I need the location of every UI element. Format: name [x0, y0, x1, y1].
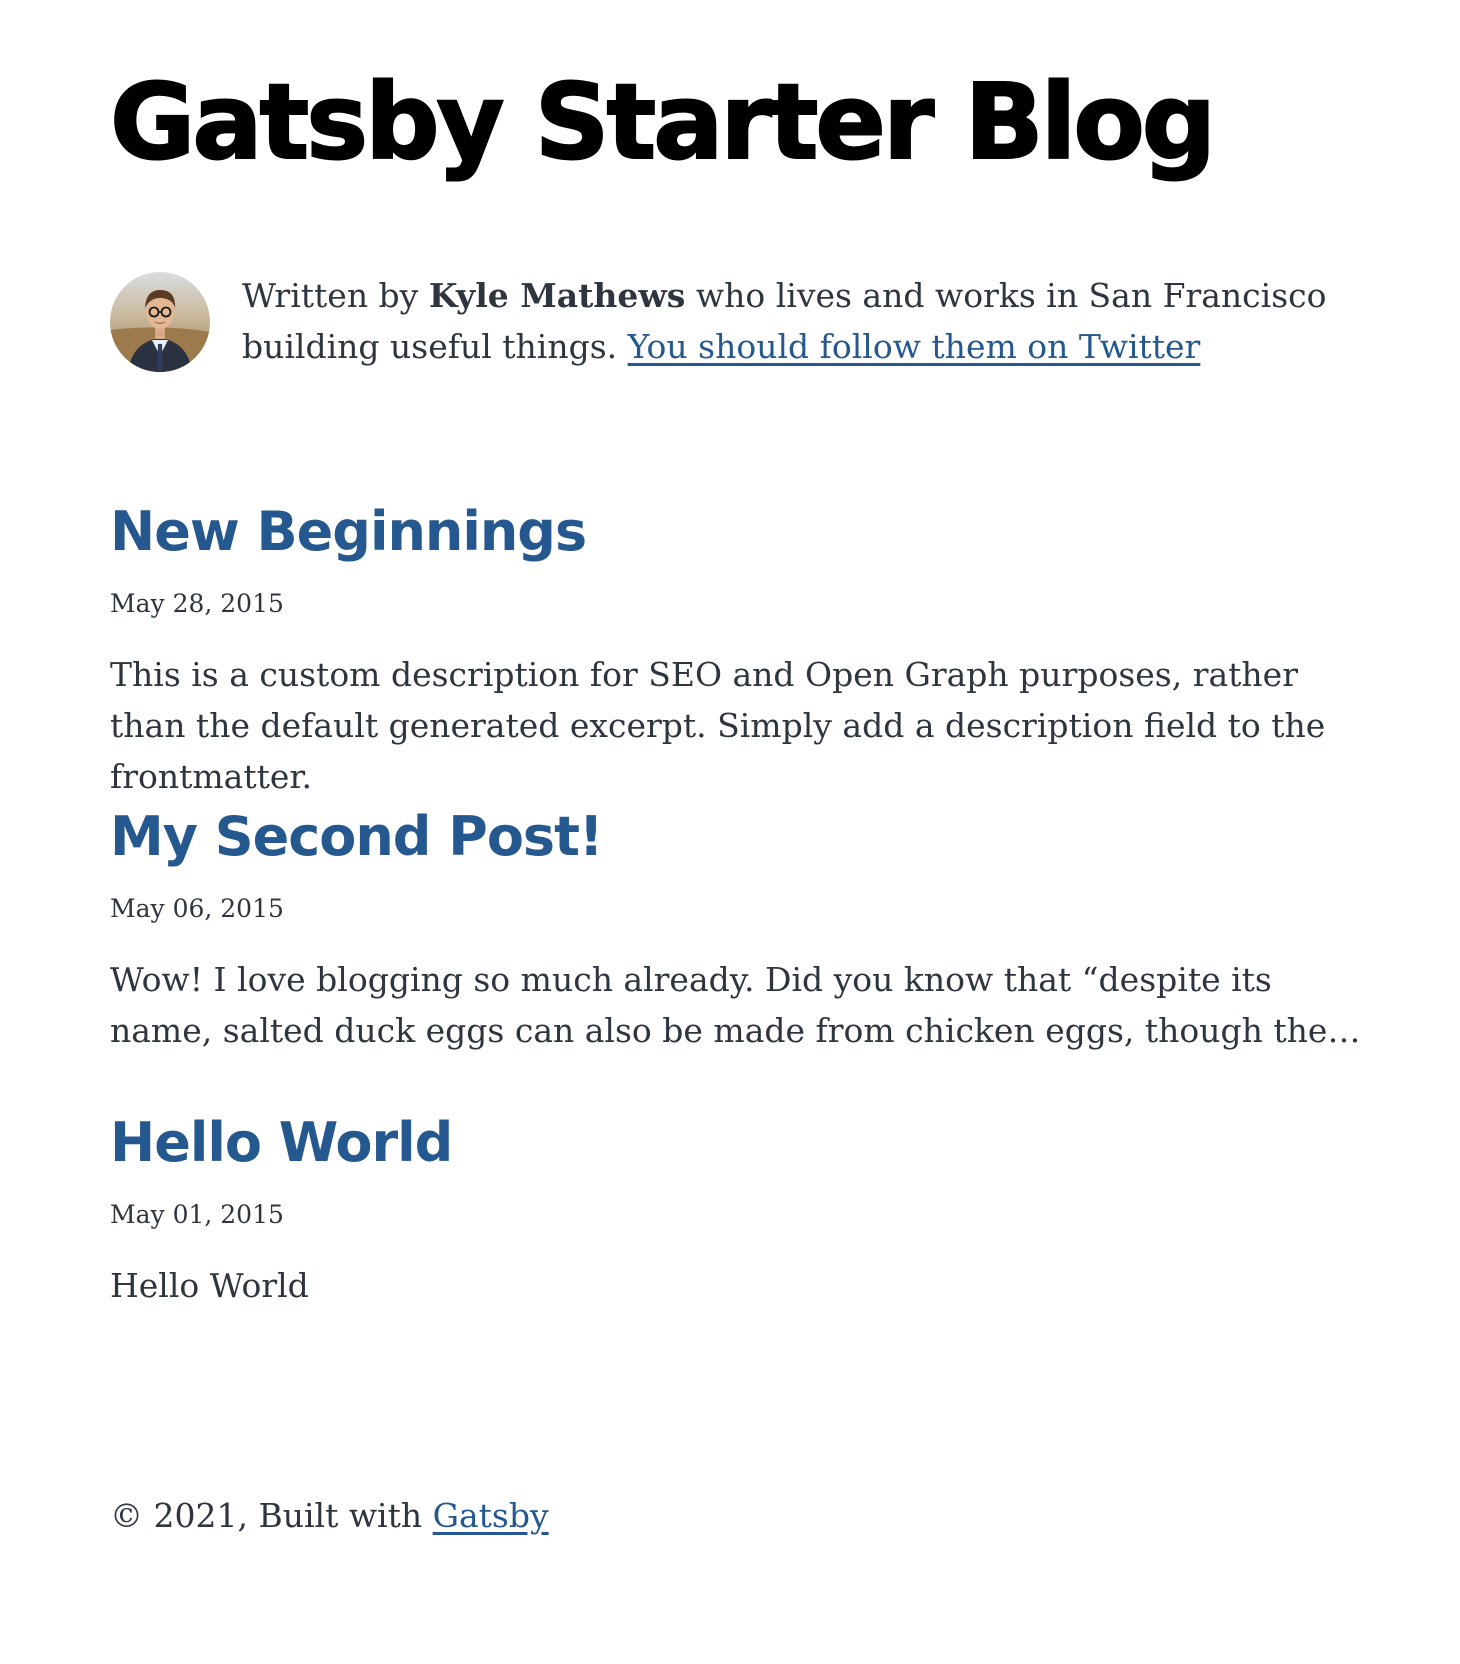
post-title[interactable]: New Beginnings [110, 500, 587, 563]
post-item: My Second Post! May 06, 2015 Wow! I love… [110, 805, 1380, 1056]
post-title[interactable]: Hello World [110, 1111, 453, 1174]
twitter-link[interactable]: You should follow them on Twitter [628, 327, 1201, 366]
author-bio: Written by Kyle Mathews who lives and wo… [110, 270, 1380, 372]
footer-text: © 2021, Built with [110, 1496, 433, 1535]
post-description: Hello World [110, 1265, 309, 1305]
post-date: May 28, 2015 [110, 588, 284, 618]
post-title-link[interactable]: New Beginnings [110, 500, 1380, 565]
post-date: May 06, 2015 [110, 893, 284, 923]
gatsby-link[interactable]: Gatsby [433, 1496, 549, 1535]
post-item: Hello World May 01, 2015 Hello World [110, 1111, 1380, 1311]
bio-prefix: Written by [242, 276, 429, 315]
site-title[interactable]: Gatsby Starter Blog [109, 60, 1217, 185]
author-avatar [110, 272, 210, 372]
post-date: May 01, 2015 [110, 1199, 284, 1229]
post-description: Wow! I love blogging so much already. Di… [110, 959, 1361, 1050]
post-title-link[interactable]: Hello World [110, 1111, 1380, 1176]
bio-text: Written by Kyle Mathews who lives and wo… [242, 270, 1380, 372]
post-item: New Beginnings May 28, 2015 This is a cu… [110, 500, 1380, 802]
post-title[interactable]: My Second Post! [110, 805, 604, 868]
site-footer: © 2021, Built with Gatsby [110, 1490, 549, 1541]
author-name: Kyle Mathews [428, 276, 686, 315]
post-description: This is a custom description for SEO and… [110, 654, 1326, 796]
post-title-link[interactable]: My Second Post! [110, 805, 1380, 870]
